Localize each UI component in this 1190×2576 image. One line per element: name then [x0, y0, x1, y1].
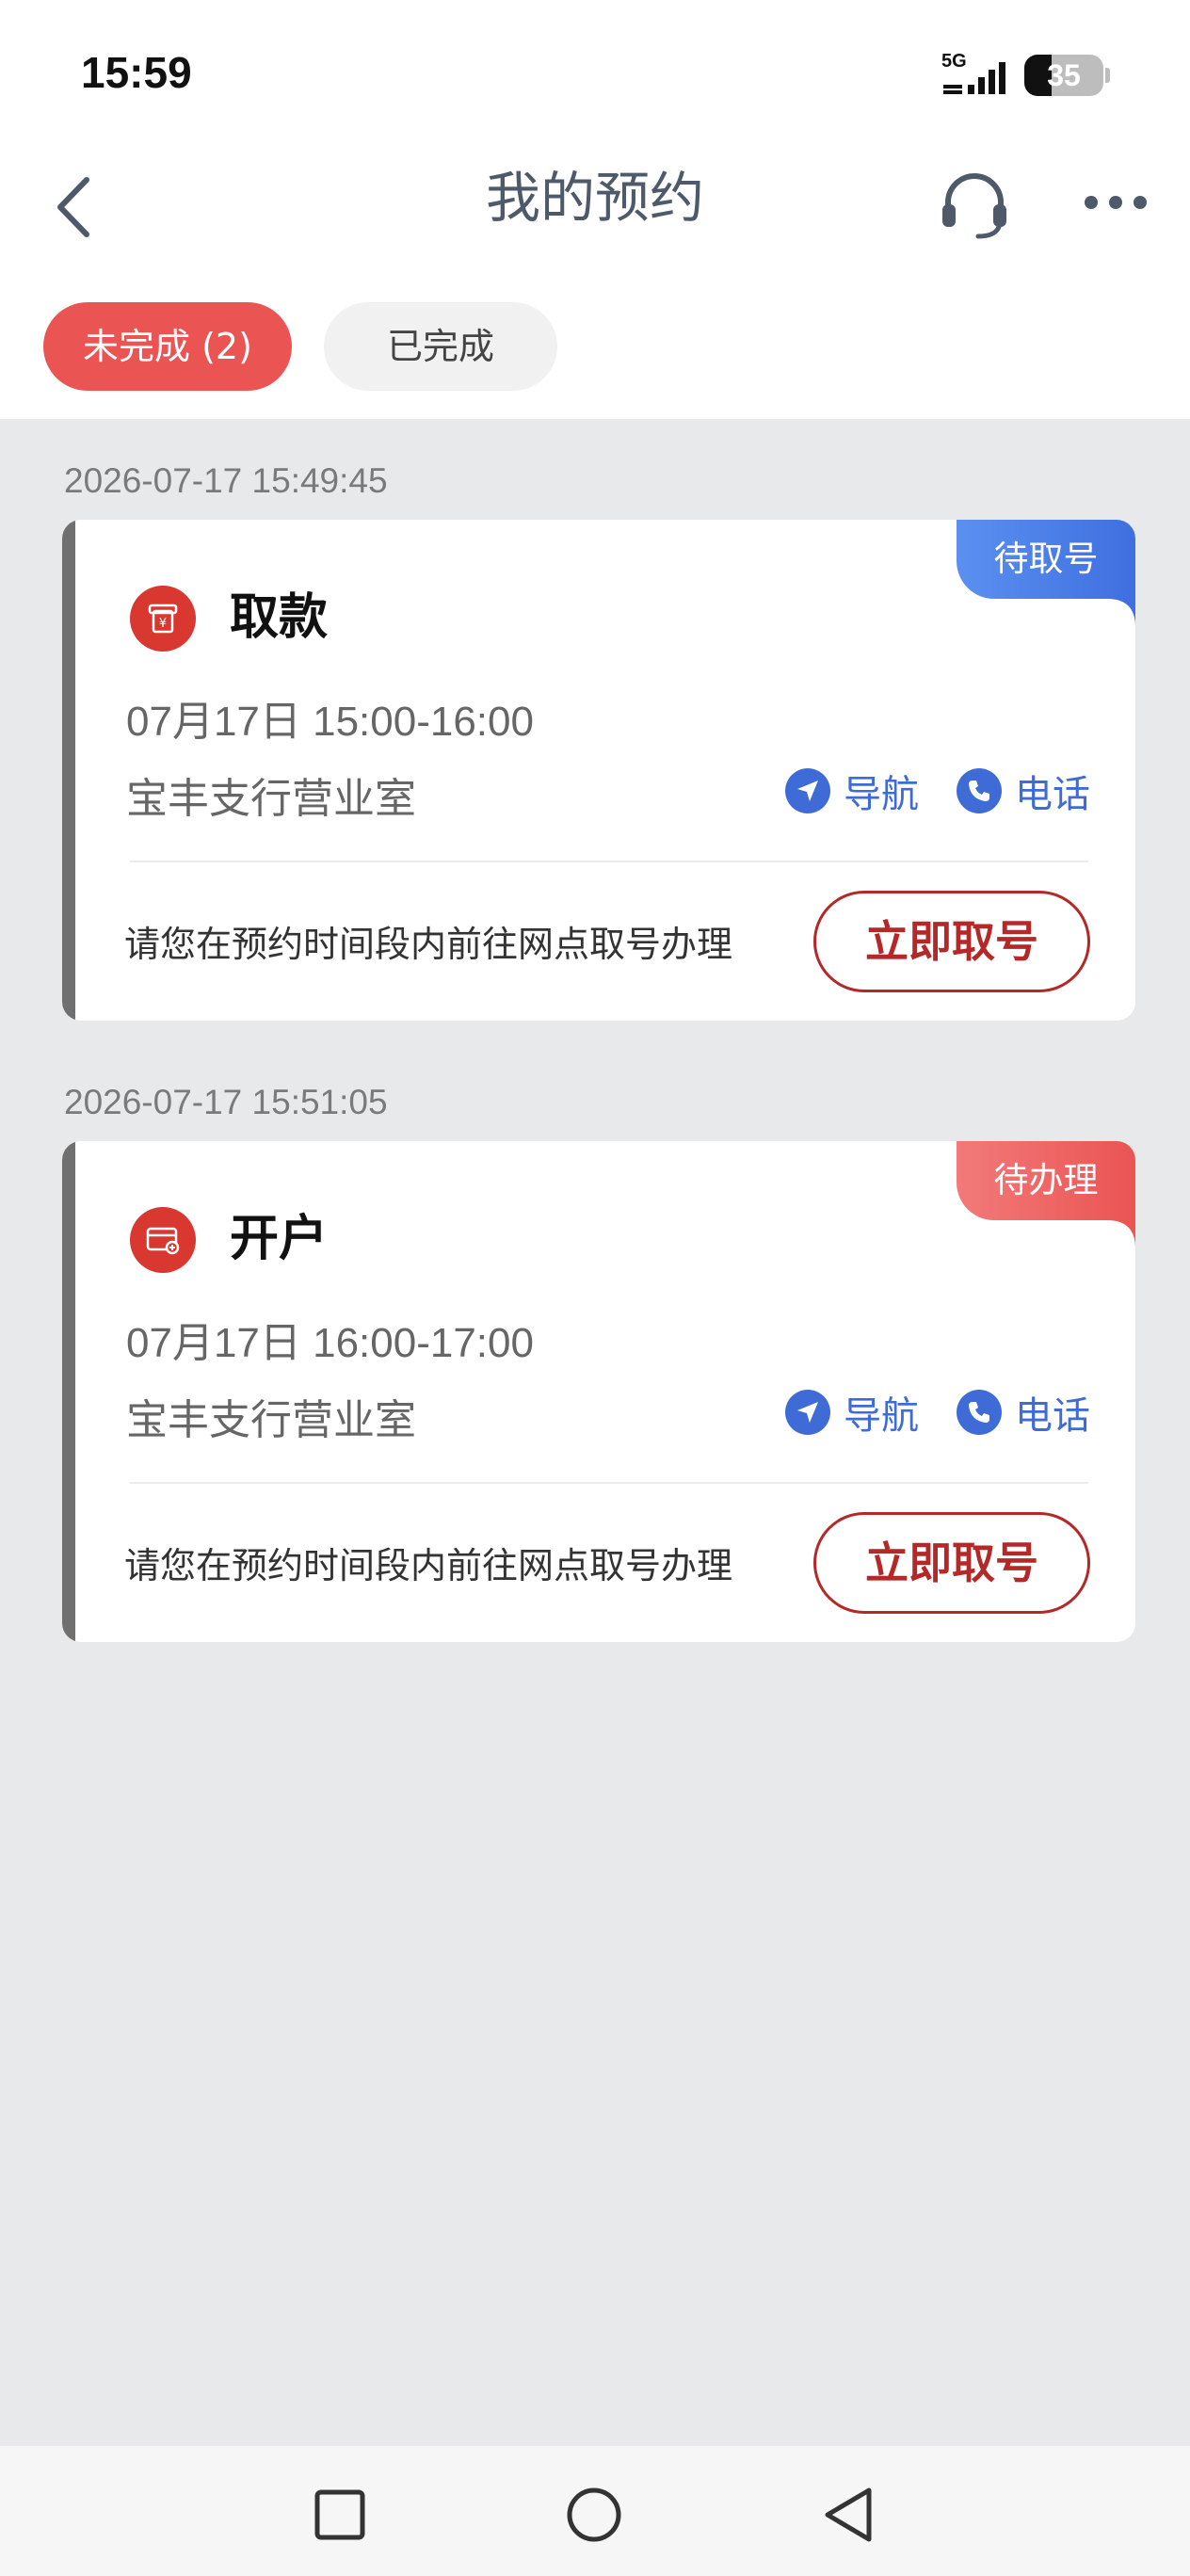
battery-tip: [1105, 68, 1110, 83]
navigation-arrow-icon: [785, 1390, 830, 1435]
phone-icon: [957, 768, 1002, 813]
svg-text:¥: ¥: [159, 617, 167, 631]
phone-icon: [957, 1390, 1002, 1435]
card-accent-bar: [62, 520, 75, 1021]
navigation-arrow-icon: [785, 768, 830, 813]
navigate-label: 导航: [844, 773, 919, 816]
phone-label: 电话: [1015, 1394, 1090, 1438]
square-icon: [314, 2489, 365, 2540]
service-name: 取款: [230, 589, 329, 646]
phone-link[interactable]: 电话: [957, 1384, 1090, 1441]
home-button[interactable]: [561, 2482, 627, 2548]
badge-tail: [1107, 599, 1135, 627]
status-badge: 待办理: [957, 1141, 1135, 1220]
recent-apps-button[interactable]: [307, 2482, 373, 2548]
more-button[interactable]: [1073, 169, 1158, 235]
navigate-link[interactable]: 导航: [785, 1384, 919, 1441]
navigate-label: 导航: [844, 1394, 919, 1438]
service-name: 开户: [230, 1211, 329, 1267]
phone-link[interactable]: 电话: [957, 763, 1090, 819]
status-bar: 15:59 5G 35: [0, 0, 1190, 141]
card-accent-bar: [62, 1141, 75, 1642]
appointment-submitted-time: 2026-07-17 15:49:45: [64, 461, 388, 500]
status-badge: 待取号: [957, 520, 1135, 599]
tab-completed[interactable]: 已完成: [324, 302, 557, 391]
tab-pending[interactable]: 未完成 (2): [43, 302, 292, 391]
appointment-card[interactable]: 待取号 ¥ 取款 07月17日 15:00-16:00 宝丰支行营业室 导航 电…: [62, 520, 1135, 1021]
top-area: 15:59 5G 35 我的预约 未完成 (2) 已完成: [0, 0, 1190, 419]
status-time: 15:59: [81, 48, 192, 97]
signal-bars-icon: [943, 62, 1005, 94]
navigate-link[interactable]: 导航: [785, 763, 919, 819]
nav-bar: 我的预约: [0, 141, 1190, 264]
appointment-submitted-time: 2026-07-17 15:51:05: [64, 1083, 388, 1121]
phone-label: 电话: [1015, 773, 1090, 816]
card-hint: 请您在预约时间段内前往网点取号办理: [124, 924, 733, 965]
triangle-back-icon: [825, 2487, 872, 2542]
back-system-button[interactable]: [815, 2482, 881, 2548]
card-divider: [130, 1482, 1088, 1484]
take-number-button[interactable]: 立即取号: [813, 891, 1090, 992]
headset-icon: [942, 173, 1006, 239]
battery-icon: 35: [1024, 55, 1103, 96]
more-dots-icon: [1085, 196, 1147, 209]
withdraw-icon: ¥: [130, 586, 196, 652]
appointment-card[interactable]: 待办理 开户 07月17日 16:00-17:00 宝丰支行营业室 导航 电话 …: [62, 1141, 1135, 1642]
signal-icon: 5G: [941, 51, 1017, 98]
branch-name: 宝丰支行营业室: [126, 775, 416, 823]
branch-name: 宝丰支行营业室: [126, 1396, 416, 1444]
card-icon: [130, 1207, 196, 1273]
time-slot: 07月17日 16:00-17:00: [126, 1320, 534, 1366]
badge-tail: [1107, 1220, 1135, 1248]
take-number-button[interactable]: 立即取号: [813, 1512, 1090, 1614]
circle-icon: [567, 2487, 621, 2542]
time-slot: 07月17日 15:00-16:00: [126, 699, 534, 745]
support-button[interactable]: [932, 162, 1017, 247]
card-divider: [130, 861, 1088, 862]
system-nav-bar: [0, 2446, 1190, 2576]
card-hint: 请您在预约时间段内前往网点取号办理: [124, 1545, 733, 1586]
battery-level: 35: [1047, 58, 1081, 92]
